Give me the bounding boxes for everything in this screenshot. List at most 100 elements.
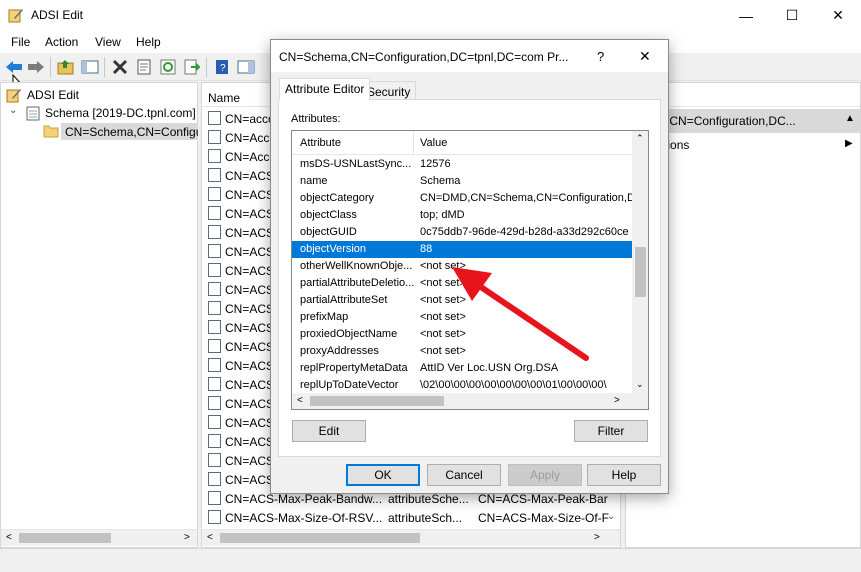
attribute-name: msDS-USNLastSync... xyxy=(300,158,412,170)
attribute-value: top; dMD xyxy=(420,209,465,221)
submenu-triangle-icon[interactable]: ▶ xyxy=(845,138,853,149)
adsi-edit-app-icon xyxy=(8,9,23,23)
row-name: CN=ACS xyxy=(225,169,275,183)
row-name: CN=ACS xyxy=(225,302,275,316)
attribute-name: objectCategory xyxy=(300,192,374,204)
object-icon xyxy=(208,339,221,353)
row-name: CN=ACS xyxy=(225,283,275,297)
object-icon xyxy=(208,358,221,372)
attribute-row[interactable]: name Schema xyxy=(292,173,632,190)
row-name: CN=ACS xyxy=(225,264,275,278)
refresh-icon[interactable] xyxy=(158,57,178,77)
object-icon xyxy=(208,453,221,467)
maximize-button[interactable]: ☐ xyxy=(769,0,815,31)
tree-horizontal-scrollbar[interactable]: < > xyxy=(1,529,197,546)
forward-arrow-icon[interactable] xyxy=(26,57,46,77)
minimize-button[interactable]: — xyxy=(723,0,769,31)
tree-schema-container-label[interactable]: CN=Schema,CN=Configu xyxy=(61,123,198,140)
adsi-edit-node-icon xyxy=(6,89,21,103)
up-folder-icon[interactable] xyxy=(56,57,76,77)
expand-chevron-icon[interactable]: ⌄ xyxy=(9,105,17,116)
column-header-name[interactable]: Name xyxy=(208,91,240,105)
attribute-name: otherWellKnownObje... xyxy=(300,260,413,272)
filter-button[interactable]: Filter xyxy=(574,420,648,442)
collapse-triangle-icon[interactable]: ▲ xyxy=(845,113,855,124)
object-icon xyxy=(208,206,221,220)
object-icon xyxy=(208,396,221,410)
tab-attribute-editor[interactable]: Attribute Editor xyxy=(279,78,371,100)
attribute-row[interactable]: replUpToDateVector \02\00\00\00\00\00\00\… xyxy=(292,377,632,394)
list-scroll-down-icon[interactable]: ⌄ xyxy=(607,511,615,522)
table-row[interactable]: CN=ACS-Max-Size-Of-RSV... attributeSch...… xyxy=(202,508,620,527)
attribute-row[interactable]: msDS-USNLastSync... 12576 xyxy=(292,156,632,173)
attributes-label: Attributes: xyxy=(291,113,341,125)
object-icon xyxy=(208,510,221,524)
attribute-value: 0c75ddb7-96de-429d-b28d-a33d292c60ce xyxy=(420,226,629,238)
close-button[interactable]: ✕ xyxy=(815,0,861,31)
object-icon xyxy=(208,491,221,505)
attribute-name: replPropertyMetaData xyxy=(300,362,408,374)
cancel-button[interactable]: Cancel xyxy=(427,464,501,486)
apply-button[interactable]: Apply xyxy=(508,464,582,486)
row-name: CN=ACS xyxy=(225,359,275,373)
object-icon xyxy=(208,301,221,315)
object-icon xyxy=(208,282,221,296)
object-icon xyxy=(208,130,221,144)
attributes-vertical-scrollbar[interactable]: ⌃ ⌄ xyxy=(632,131,648,394)
attribute-value: 12576 xyxy=(420,158,451,170)
properties-icon[interactable] xyxy=(134,57,154,77)
attribute-name: partialAttributeSet xyxy=(300,294,388,306)
column-header-value[interactable]: Value xyxy=(420,137,447,149)
edit-button[interactable]: Edit xyxy=(292,420,366,442)
attribute-row[interactable]: objectCategory CN=DMD,CN=Schema,CN=Config… xyxy=(292,190,632,207)
row-name: CN=ACS xyxy=(225,397,275,411)
dialog-title: CN=Schema,CN=Configuration,DC=tpnl,DC=co… xyxy=(279,50,569,64)
object-icon xyxy=(208,415,221,429)
dialog-close-button[interactable]: ✕ xyxy=(639,48,651,65)
attribute-name: objectClass xyxy=(300,209,357,221)
toolbar-separator xyxy=(50,57,51,77)
object-icon xyxy=(208,244,221,258)
menu-action[interactable]: Action xyxy=(45,35,78,49)
attribute-name: proxiedObjectName xyxy=(300,328,398,340)
attribute-row[interactable]: objectGUID 0c75ddb7-96de-429d-b28d-a33d29… xyxy=(292,224,632,241)
dialog-help-button[interactable]: ? xyxy=(597,49,604,64)
list-horizontal-scrollbar[interactable]: < > xyxy=(202,529,620,546)
row-name: CN=ACS xyxy=(225,378,275,392)
help-book-icon[interactable]: ? xyxy=(212,57,232,77)
object-icon xyxy=(208,111,221,125)
ok-button[interactable]: OK xyxy=(346,464,420,486)
attribute-name: name xyxy=(300,175,328,187)
delete-icon[interactable] xyxy=(110,57,130,77)
window-title: ADSI Edit xyxy=(31,8,84,22)
attribute-name: proxyAddresses xyxy=(300,345,379,357)
attribute-name: objectVersion xyxy=(300,243,367,255)
attribute-name: objectGUID xyxy=(300,226,357,238)
help-button[interactable]: Help xyxy=(587,464,661,486)
row-name: CN=ACS xyxy=(225,321,275,335)
object-icon xyxy=(208,320,221,334)
attribute-row[interactable]: objectClass top; dMD xyxy=(292,207,632,224)
export-list-icon[interactable] xyxy=(182,57,202,77)
row-dn: CN=ACS-Max-Size-Of-F xyxy=(478,511,610,525)
svg-text:?: ? xyxy=(220,63,226,74)
column-header-attribute[interactable]: Attribute xyxy=(300,137,341,149)
menu-view[interactable]: View xyxy=(95,35,121,49)
attributes-horizontal-scrollbar[interactable]: < > xyxy=(292,393,648,409)
menu-file[interactable]: File xyxy=(11,35,30,49)
show-hide-tree-icon[interactable] xyxy=(80,57,100,77)
row-name: CN=Acco xyxy=(225,150,277,164)
tree-root-label[interactable]: ADSI Edit xyxy=(27,88,79,102)
row-dn: CN=ACS-Max-Peak-Bar xyxy=(478,492,608,506)
row-name: CN=ACS xyxy=(225,207,275,221)
menu-help[interactable]: Help xyxy=(136,35,161,49)
action-pane-icon[interactable] xyxy=(236,57,256,77)
tree-schema-label[interactable]: Schema [2019-DC.tpnl.com] xyxy=(45,106,196,120)
attributes-list-header: Attribute Value xyxy=(292,131,632,155)
attribute-name: replUpToDateVector xyxy=(300,379,399,391)
attribute-value: CN=DMD,CN=Schema,CN=Configuration,DC xyxy=(420,192,632,204)
attribute-value: \02\00\00\00\00\00\00\00\01\00\00\00\ xyxy=(420,379,607,391)
schema-node-icon xyxy=(26,106,40,121)
attribute-value: Schema xyxy=(420,175,461,187)
folder-icon xyxy=(43,125,59,138)
